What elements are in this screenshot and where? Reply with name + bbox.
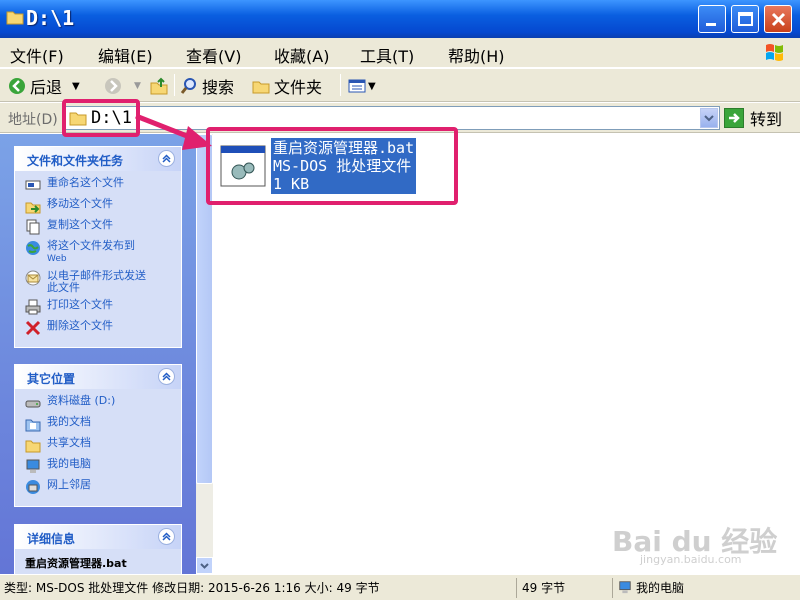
email-icon bbox=[25, 270, 41, 286]
task-pane: 文件和文件夹任务 重命名这个文件 移动这个文件 复制这个文件 将这个文件发布到 W… bbox=[0, 134, 196, 574]
collapse-icon[interactable] bbox=[158, 528, 175, 545]
other-places-header[interactable]: 其它位置 bbox=[15, 365, 181, 389]
other-places-panel: 其它位置 资料磁盘 (D:) 我的文档 共享文档 我的电脑 网上邻居 bbox=[14, 364, 182, 507]
menu-file[interactable]: 文件(F) bbox=[10, 43, 64, 67]
task-publish-web[interactable]: 将这个文件发布到 Web bbox=[25, 240, 181, 265]
toolbar: 后退 ▼ ▼ 搜索 文件夹 ▼ bbox=[0, 69, 800, 102]
task-email[interactable]: 以电子邮件形式发送 此文件 bbox=[25, 270, 181, 294]
go-arrow-icon bbox=[724, 108, 744, 128]
folders-icon bbox=[252, 81, 270, 94]
menu-view[interactable]: 查看(V) bbox=[186, 43, 241, 67]
details-filename: 重启资源管理器.bat bbox=[25, 557, 127, 570]
address-highlight bbox=[62, 99, 140, 137]
network-icon bbox=[26, 480, 40, 494]
back-dropdown-icon[interactable]: ▼ bbox=[72, 81, 80, 92]
window-title: D:\1 bbox=[26, 6, 75, 30]
task-rename[interactable]: 重命名这个文件 bbox=[25, 177, 181, 193]
delete-icon bbox=[25, 320, 41, 336]
file-highlight bbox=[206, 127, 458, 205]
title-bar[interactable]: D:\1 bbox=[0, 0, 800, 38]
task-copy[interactable]: 复制这个文件 bbox=[25, 219, 181, 235]
details-panel: 详细信息 重启资源管理器.bat bbox=[14, 524, 182, 574]
annotation-arrow-icon bbox=[135, 113, 212, 150]
print-icon bbox=[25, 299, 41, 315]
place-drive-d[interactable]: 资料磁盘 (D:) bbox=[25, 395, 181, 411]
menu-favorites[interactable]: 收藏(A) bbox=[274, 43, 329, 67]
forward-dropdown-icon[interactable]: ▼ bbox=[134, 81, 141, 91]
folders-button[interactable]: 文件夹 bbox=[252, 73, 322, 99]
place-my-documents[interactable]: 我的文档 bbox=[25, 416, 181, 432]
search-button[interactable]: 搜索 bbox=[180, 73, 234, 99]
folders-label: 文件夹 bbox=[274, 78, 323, 97]
address-dropdown-button[interactable] bbox=[700, 108, 718, 128]
my-computer-icon bbox=[619, 581, 631, 594]
back-arrow-icon bbox=[9, 78, 25, 94]
views-button[interactable]: ▼ bbox=[348, 73, 376, 99]
my-computer-icon bbox=[26, 459, 40, 473]
place-my-computer[interactable]: 我的电脑 bbox=[25, 458, 181, 474]
views-dropdown-icon: ▼ bbox=[368, 80, 376, 92]
place-network[interactable]: 网上邻居 bbox=[25, 479, 181, 495]
views-icon bbox=[348, 79, 366, 93]
search-label: 搜索 bbox=[202, 78, 235, 97]
baidu-watermark-url: jingyan.baidu.com bbox=[640, 553, 742, 566]
minimize-button[interactable] bbox=[698, 5, 726, 33]
forward-arrow-icon bbox=[105, 78, 121, 94]
windows-logo-icon bbox=[766, 44, 783, 61]
panel-title: 其它位置 bbox=[27, 372, 76, 386]
my-documents-icon bbox=[25, 419, 41, 432]
chevron-down-icon bbox=[200, 563, 209, 569]
folder-icon bbox=[6, 11, 24, 25]
menu-help[interactable]: 帮助(H) bbox=[448, 43, 505, 67]
task-move[interactable]: 移动这个文件 bbox=[25, 198, 181, 214]
rename-icon bbox=[25, 180, 41, 190]
address-label: 地址(D) bbox=[8, 112, 58, 128]
task-print[interactable]: 打印这个文件 bbox=[25, 299, 181, 315]
shared-folder-icon bbox=[25, 440, 41, 453]
go-label: 转到 bbox=[750, 110, 783, 129]
maximize-button[interactable] bbox=[731, 5, 759, 33]
close-button[interactable] bbox=[764, 5, 792, 33]
menu-tools[interactable]: 工具(T) bbox=[360, 43, 414, 67]
copy-icon bbox=[26, 219, 40, 235]
file-tasks-panel: 文件和文件夹任务 重命名这个文件 移动这个文件 复制这个文件 将这个文件发布到 W… bbox=[14, 146, 182, 348]
up-button[interactable] bbox=[150, 73, 172, 99]
publish-web-icon bbox=[26, 241, 40, 255]
back-label: 后退 bbox=[30, 78, 63, 97]
back-button[interactable]: 后退 ▼ bbox=[8, 73, 80, 99]
place-shared-documents[interactable]: 共享文档 bbox=[25, 437, 181, 453]
chevron-down-icon bbox=[704, 115, 714, 122]
search-icon bbox=[180, 78, 196, 94]
status-location: 我的电脑 bbox=[636, 581, 685, 595]
menu-bar: 文件(F) 编辑(E) 查看(V) 收藏(A) 工具(T) 帮助(H) bbox=[0, 38, 800, 68]
status-size: 49 字节 bbox=[522, 581, 566, 595]
forward-button[interactable]: ▼ bbox=[104, 73, 141, 99]
task-delete[interactable]: 删除这个文件 bbox=[25, 320, 181, 336]
folder-up-icon bbox=[150, 77, 168, 95]
move-icon bbox=[25, 202, 41, 214]
status-bar: 类型: MS-DOS 批处理文件 修改日期: 2015-6-26 1:16 大小… bbox=[0, 574, 800, 600]
details-header[interactable]: 详细信息 bbox=[15, 525, 181, 549]
menu-edit[interactable]: 编辑(E) bbox=[98, 43, 153, 67]
drive-icon bbox=[25, 400, 41, 408]
collapse-icon[interactable] bbox=[158, 368, 175, 385]
status-info: 类型: MS-DOS 批处理文件 修改日期: 2015-6-26 1:16 大小… bbox=[4, 581, 380, 595]
panel-title: 详细信息 bbox=[27, 532, 76, 546]
panel-title: 文件和文件夹任务 bbox=[27, 154, 124, 168]
scroll-down-button[interactable] bbox=[196, 557, 213, 574]
go-button[interactable]: 转到 bbox=[724, 106, 782, 130]
